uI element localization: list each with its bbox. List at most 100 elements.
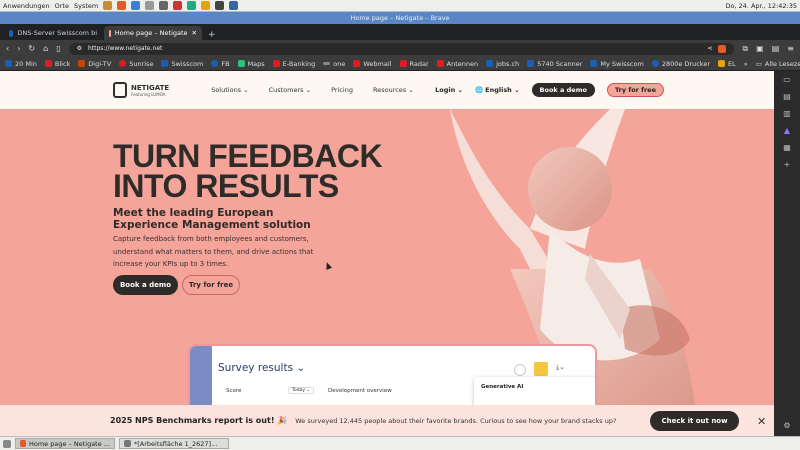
bookmark-jobs[interactable]: jobs.ch <box>486 60 519 68</box>
launcher-icon[interactable] <box>103 1 113 10</box>
hero-book-demo-button[interactable]: Book a demo <box>113 275 178 295</box>
bookmark-antennen[interactable]: Antennen <box>436 59 479 68</box>
brave-shields-icon[interactable] <box>718 44 727 53</box>
menu-icon[interactable]: ≡ <box>787 44 794 53</box>
share-icon[interactable]: ⋖ <box>707 45 712 52</box>
bookmarks-panel-icon[interactable]: ▭ <box>783 75 791 84</box>
bookmark-label: Webmail <box>363 59 392 68</box>
extensions-icon[interactable]: ⧉ <box>742 44 748 54</box>
forward-icon[interactable]: › <box>17 44 20 53</box>
generative-ai-label: Generative AI <box>481 384 524 390</box>
share-icon[interactable] <box>534 362 548 376</box>
clock[interactable]: Do, 24. Apr., 12:42:35 <box>725 2 797 10</box>
leo-ai-icon[interactable]: ▲ <box>784 126 790 135</box>
launcher-icon[interactable] <box>229 1 239 10</box>
all-bookmarks-label: Alle Lesezeichen <box>764 59 800 68</box>
survey-results-title[interactable]: Survey results ⌄ <box>218 362 305 374</box>
nav-pricing[interactable]: Pricing <box>331 86 353 94</box>
language-selector[interactable]: 🌐 English ⌄ <box>475 86 520 94</box>
launcher-icon[interactable] <box>201 1 211 10</box>
logo-subtitle: Featuring LUMOA <box>131 91 166 97</box>
login-dropdown[interactable]: Login ⌄ <box>435 86 463 94</box>
check-it-out-button[interactable]: Check it out now <box>650 410 739 431</box>
bookmark-swisscom[interactable]: Swisscom <box>161 60 203 68</box>
bookmark-maps[interactable]: Maps <box>237 59 265 68</box>
tab-dns-server[interactable]: DNS-Server Swisscom bi <box>4 26 102 40</box>
bookmark-label: Maps <box>247 59 265 68</box>
bookmark-favicon-icon <box>436 60 444 67</box>
bookmarks-overflow-button[interactable]: » <box>744 60 748 68</box>
show-desktop-icon[interactable] <box>3 439 11 448</box>
banner-text: We surveyed 12,445 people about their fa… <box>295 416 617 425</box>
window-titlebar[interactable]: Home page – Netigate – Brave <box>0 12 800 24</box>
new-tab-button[interactable]: + <box>204 30 220 40</box>
bookmark-drucker[interactable]: 2800e Drucker <box>651 60 710 68</box>
wallet-icon[interactable]: ▤ <box>772 44 780 53</box>
bookmark-el[interactable]: EL <box>718 60 736 68</box>
subheadline-line: Experience Management solution <box>113 219 311 231</box>
reading-list-icon[interactable]: ▤ <box>783 92 791 101</box>
netigate-favicon-icon <box>109 29 111 37</box>
swisscom-favicon-icon <box>9 29 14 37</box>
bookmark-favicon-icon <box>590 60 598 67</box>
nav-book-demo-button[interactable]: Book a demo <box>531 83 595 97</box>
launcher-icon[interactable] <box>187 1 197 10</box>
reload-icon[interactable]: ↻ <box>28 44 35 53</box>
launcher-icon[interactable] <box>173 1 183 10</box>
nav-solutions[interactable]: Solutions ⌄ <box>211 86 248 94</box>
download-icon[interactable]: ⤓⌄ <box>556 363 565 372</box>
menu-system[interactable]: System <box>74 2 98 10</box>
launcher-icon[interactable] <box>159 1 169 10</box>
hero-try-free-button[interactable]: Try for free <box>182 275 240 295</box>
bookmark-myswisscom[interactable]: My Swisscom <box>590 59 644 68</box>
launcher-icon[interactable] <box>215 1 225 10</box>
tab-label: DNS-Server Swisscom bi <box>17 29 97 37</box>
bookmark-icon[interactable]: ▯ <box>56 44 60 53</box>
development-overview-label: Development overview <box>328 388 392 394</box>
tab-close-icon[interactable]: ✕ <box>192 29 197 37</box>
bookmark-fb[interactable]: FB <box>211 60 230 68</box>
launcher-icon[interactable] <box>145 1 155 10</box>
bookmark-20min[interactable]: 20 Min <box>5 60 37 68</box>
nav-customers[interactable]: Customers ⌄ <box>269 86 311 94</box>
bookmark-label: 20 Min <box>15 59 37 68</box>
bookmark-radar[interactable]: Radar <box>399 60 429 68</box>
address-bar[interactable]: ⚙ https://www.netigate.net ⋖ <box>68 42 735 55</box>
bell-icon[interactable] <box>514 364 526 376</box>
all-bookmarks-button[interactable]: ▭Alle Lesezeichen <box>756 60 800 68</box>
bookmark-webmail[interactable]: Webmail <box>353 59 392 68</box>
launcher-icon[interactable] <box>131 1 141 10</box>
notes-icon[interactable]: ▦ <box>783 143 791 152</box>
bookmark-scanner[interactable]: 5740 Scanner <box>527 60 582 68</box>
home-icon[interactable]: ⌂ <box>43 44 48 53</box>
bookmark-one[interactable]: one <box>323 60 345 68</box>
bookmark-label: Antennen <box>446 59 479 68</box>
browser-toolbar: ‹ › ↻ ⌂ ▯ ⚙ https://www.netigate.net ⋖ ⧉… <box>0 40 800 57</box>
tab-netigate[interactable]: Home page – Netigate ✕ <box>104 26 202 40</box>
history-icon[interactable]: ▥ <box>783 109 791 118</box>
bookmark-ebanking[interactable]: E-Banking <box>272 60 315 68</box>
bookmark-label: My Swisscom <box>600 59 644 68</box>
today-dropdown[interactable]: Today ⌄ <box>288 387 315 394</box>
site-info-icon[interactable]: ⚙ <box>77 45 82 52</box>
bookmark-blick[interactable]: Blick <box>44 59 71 68</box>
netigate-logo[interactable]: NETIGATE Featuring LUMOA <box>113 82 169 98</box>
score-label: Score <box>226 388 242 394</box>
add-panel-icon[interactable]: + <box>784 160 791 169</box>
back-icon[interactable]: ‹ <box>6 44 9 53</box>
webpage: NETIGATE Featuring LUMOA Solutions ⌄ Cus… <box>0 71 774 436</box>
menu-places[interactable]: Orte <box>55 2 69 10</box>
bookmark-sunrise[interactable]: Sunrise <box>119 60 153 68</box>
bookmark-label: Blick <box>54 59 71 68</box>
brave-icon[interactable] <box>117 1 127 10</box>
taskbar-item-editor[interactable]: *[Arbeitsfläche 1_2627]... <box>119 438 229 449</box>
menu-applications[interactable]: Anwendungen <box>3 2 50 10</box>
url-text[interactable]: https://www.netigate.net <box>88 45 162 52</box>
settings-icon[interactable]: ⚙ <box>783 421 790 430</box>
taskbar-item-browser[interactable]: Home page – Netigate ... <box>15 438 115 449</box>
bookmark-digitv[interactable]: Digi-TV <box>78 60 111 68</box>
close-icon[interactable]: ✕ <box>757 415 766 428</box>
sidebar-toggle-icon[interactable]: ▣ <box>756 44 764 53</box>
nav-try-free-button[interactable]: Try for free <box>606 83 664 97</box>
nav-resources[interactable]: Resources ⌄ <box>373 86 414 94</box>
